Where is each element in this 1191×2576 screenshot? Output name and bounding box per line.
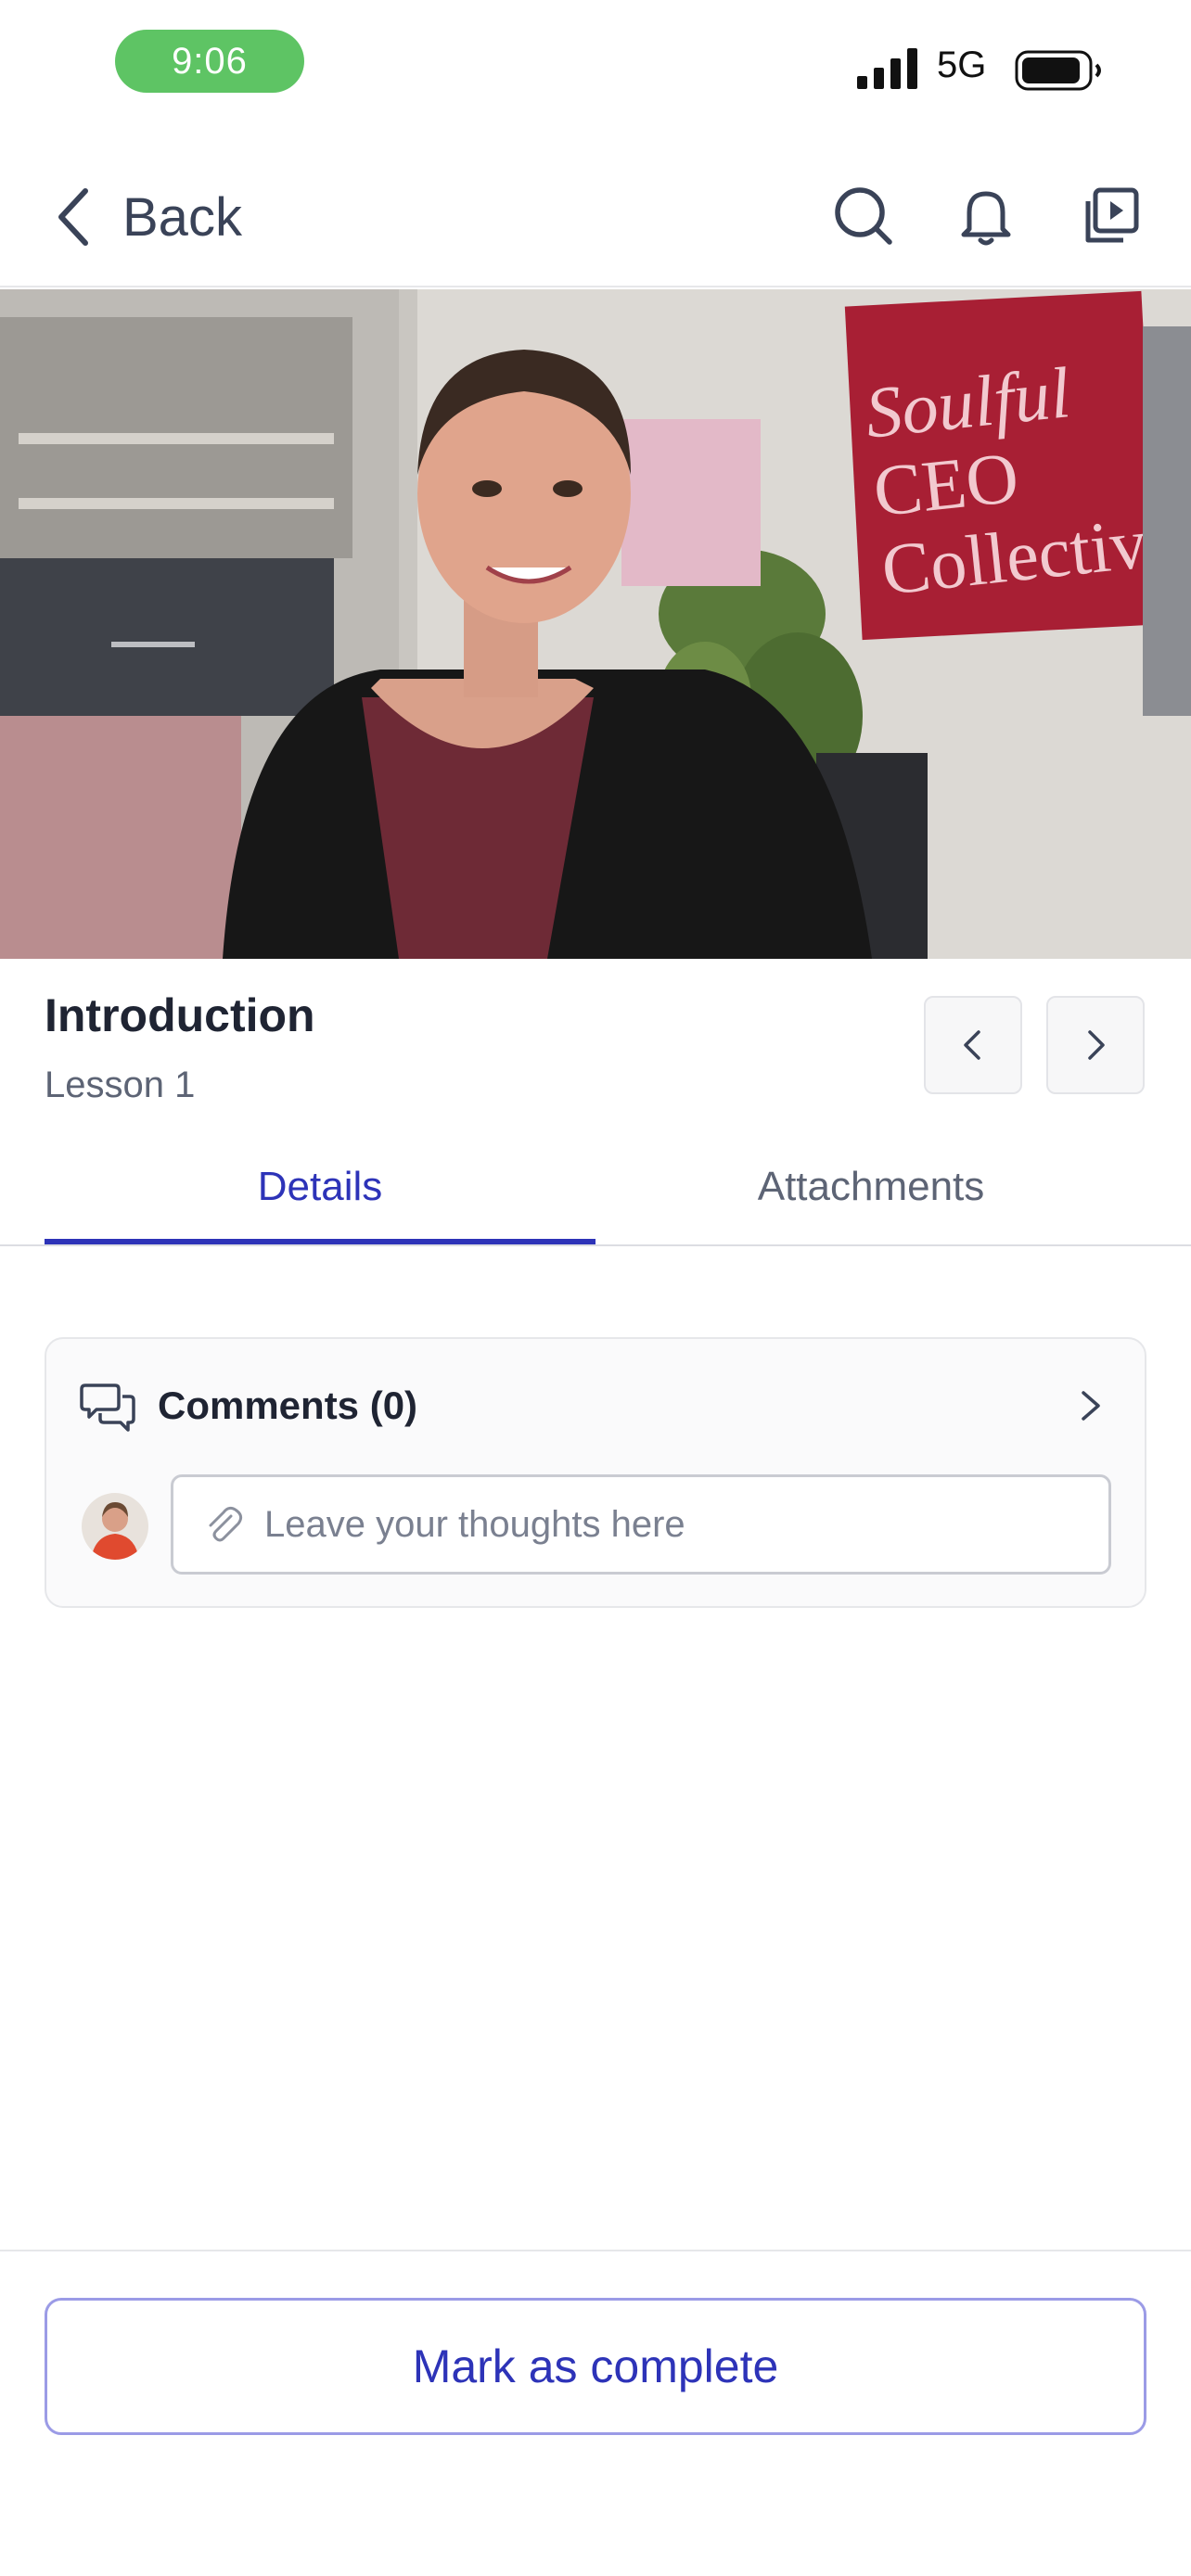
chevron-right-icon <box>1082 1391 1100 1421</box>
lesson-title: Introduction <box>45 989 315 1041</box>
tab-attachments[interactable]: Attachments <box>596 1128 1146 1246</box>
paperclip-icon[interactable] <box>201 1503 244 1546</box>
comments-header[interactable]: Comments (0) <box>80 1372 1111 1439</box>
signal-bars-icon <box>857 48 917 89</box>
comments-card: Comments (0) <box>45 1337 1146 1608</box>
video-library-button[interactable] <box>1067 174 1150 258</box>
comment-input[interactable] <box>264 1503 1081 1546</box>
chevron-right-icon <box>1088 1030 1105 1060</box>
tab-bar: Details Attachments <box>0 1128 1191 1246</box>
lesson-subtitle: Lesson 1 <box>45 1065 196 1105</box>
nav-bar: Back <box>0 148 1191 287</box>
comments-icon <box>80 1384 135 1432</box>
video-player[interactable]: Soulful CEO Collective. <box>0 289 1191 959</box>
avatar <box>82 1493 148 1560</box>
video-frame: Soulful CEO Collective. <box>0 289 1191 959</box>
bottom-bar: Mark as complete <box>0 2250 1191 2576</box>
previous-lesson-button[interactable] <box>924 996 1022 1094</box>
tab-details[interactable]: Details <box>45 1128 596 1246</box>
next-lesson-button[interactable] <box>1046 996 1145 1094</box>
status-bar: 9:06 5G <box>0 0 1191 130</box>
back-label: Back <box>122 186 242 248</box>
active-tab-indicator <box>45 1239 596 1244</box>
mark-as-complete-button[interactable]: Mark as complete <box>45 2298 1146 2435</box>
network-type: 5G <box>937 45 987 85</box>
video-library-icon <box>1085 187 1139 243</box>
back-button[interactable]: Back <box>48 178 242 256</box>
search-icon <box>835 187 892 245</box>
chevron-left-icon <box>58 188 88 246</box>
chevron-left-icon <box>964 1030 980 1060</box>
comments-label: Comments (0) <box>158 1384 418 1427</box>
battery-icon <box>1015 50 1101 91</box>
comment-input-box[interactable] <box>171 1474 1111 1575</box>
search-button[interactable] <box>822 174 905 258</box>
bell-icon <box>961 191 1011 246</box>
status-time: 9:06 <box>115 30 304 93</box>
notifications-button[interactable] <box>944 174 1028 258</box>
